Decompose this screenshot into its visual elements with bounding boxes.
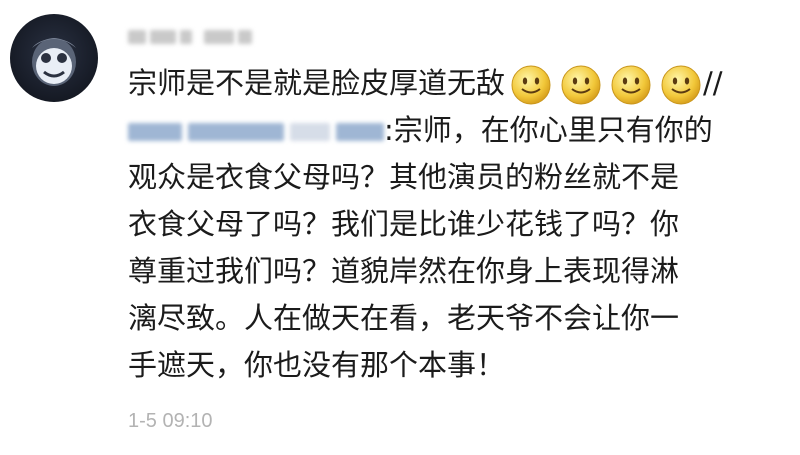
comment-line-1: 宗师是不是就是脸皮厚道无敌 // xyxy=(128,60,788,107)
blurred-text xyxy=(238,30,252,44)
smile-emoji-icon xyxy=(661,65,701,105)
blurred-text xyxy=(188,123,284,141)
smile-emoji-icon xyxy=(511,65,551,105)
comment-line-4: 衣食父母了吗？我们是比谁少花钱了吗？你 xyxy=(128,201,788,248)
blurred-text xyxy=(290,123,330,141)
comment-line-7: 手遮天，你也没有那个本事！ xyxy=(128,342,788,389)
reply-username-blurred[interactable] xyxy=(128,123,384,141)
smile-emoji-icon xyxy=(611,65,651,105)
avatar-image xyxy=(32,38,76,86)
blurred-text xyxy=(128,123,182,141)
avatar[interactable] xyxy=(10,14,98,102)
comment-line-3: 观众是衣食父母吗？其他演员的粉丝就不是 xyxy=(128,154,788,201)
blurred-text xyxy=(204,30,234,44)
comment-text: 尊重过我们吗？道貌岸然在你身上表现得淋 xyxy=(128,254,680,288)
emoji-group xyxy=(509,63,703,107)
comment-text: 漓尽致。人在做天在看，老天爷不会让你一 xyxy=(128,301,680,335)
comment-text: 观众是衣食父母吗？其他演员的粉丝就不是 xyxy=(128,160,680,194)
comment-line-5: 尊重过我们吗？道貌岸然在你身上表现得淋 xyxy=(128,248,788,295)
comment-body: 宗师是不是就是脸皮厚道无敌 //:宗师，在你心里只有你的 观众是衣食父母吗？其… xyxy=(128,60,788,389)
comment-timestamp: 1-5 09:10 xyxy=(128,410,213,432)
blurred-text xyxy=(150,30,176,44)
reply-separator: // xyxy=(703,66,723,100)
comment-text: 宗师是不是就是脸皮厚道无敌 xyxy=(128,66,506,100)
username-blurred[interactable] xyxy=(128,22,252,52)
comment-line-6: 漓尽致。人在做天在看，老天爷不会让你一 xyxy=(128,295,788,342)
comment-text: 手遮天，你也没有那个本事！ xyxy=(128,348,506,382)
comment-text: :宗师，在你心里只有你的 xyxy=(384,113,713,147)
blurred-text xyxy=(336,123,384,141)
smile-emoji-icon xyxy=(561,65,601,105)
comment-line-2: :宗师，在你心里只有你的 xyxy=(128,107,788,154)
blurred-text xyxy=(180,30,192,44)
blurred-text xyxy=(128,30,146,44)
comment-text: 衣食父母了吗？我们是比谁少花钱了吗？你 xyxy=(128,207,680,241)
